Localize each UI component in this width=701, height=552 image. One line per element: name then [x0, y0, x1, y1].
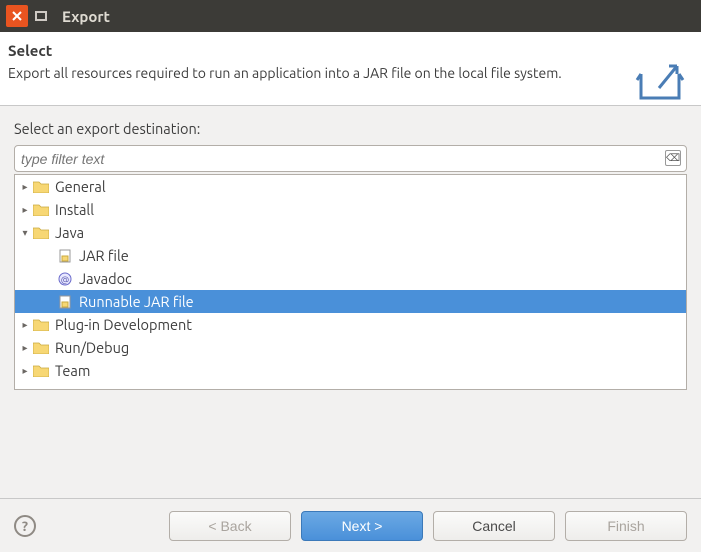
- tree-item[interactable]: ▸JAR file: [15, 244, 686, 267]
- button-bar: ? < Back Next > Cancel Finish: [0, 498, 701, 552]
- tree-item-label: Runnable JAR file: [79, 293, 194, 310]
- tree-folder[interactable]: ▸ Plug-in Development: [15, 313, 686, 336]
- expand-icon[interactable]: ▸: [19, 319, 31, 331]
- back-button[interactable]: < Back: [169, 511, 291, 541]
- banner-title: Select: [8, 42, 687, 59]
- tree-folder[interactable]: ▸ General: [15, 175, 686, 198]
- folder-icon: [33, 341, 49, 355]
- expand-icon[interactable]: ▾: [19, 227, 31, 239]
- expand-icon[interactable]: ▸: [19, 204, 31, 216]
- expand-icon[interactable]: ▸: [19, 365, 31, 377]
- tree-item[interactable]: ▸@Javadoc: [15, 267, 686, 290]
- wizard-banner: Select Export all resources required to …: [0, 32, 701, 106]
- jar-icon: [57, 249, 73, 263]
- close-button[interactable]: [6, 5, 28, 27]
- window-icon: [35, 11, 47, 21]
- filter-wrap: ⌫: [14, 145, 687, 172]
- finish-button[interactable]: Finish: [565, 511, 687, 541]
- tree-item-label: Run/Debug: [55, 339, 129, 356]
- runjar-icon: [57, 295, 73, 309]
- tree-item-label: Java: [55, 224, 84, 241]
- tree-item-label: Javadoc: [79, 270, 132, 287]
- tree-item-label: JAR file: [79, 247, 129, 264]
- tree-item-label: Install: [55, 201, 94, 218]
- help-button[interactable]: ?: [14, 515, 36, 537]
- tree-folder[interactable]: ▸ Install: [15, 198, 686, 221]
- folder-icon: [33, 203, 49, 217]
- tree-item-label: General: [55, 178, 106, 195]
- close-icon: [12, 11, 22, 21]
- folder-icon: [33, 180, 49, 194]
- export-icon: [635, 58, 691, 102]
- filter-input[interactable]: [14, 145, 687, 172]
- tree-folder[interactable]: ▾ Java: [15, 221, 686, 244]
- expand-icon[interactable]: ▸: [19, 342, 31, 354]
- cancel-button[interactable]: Cancel: [433, 511, 555, 541]
- svg-text:@: @: [61, 275, 70, 285]
- tree-item[interactable]: ▸Runnable JAR file: [15, 290, 686, 313]
- tree-folder[interactable]: ▸ Team: [15, 359, 686, 382]
- folder-icon: [33, 226, 49, 240]
- tree-folder[interactable]: ▸ Run/Debug: [15, 336, 686, 359]
- clear-filter-button[interactable]: ⌫: [665, 150, 681, 166]
- banner-description: Export all resources required to run an …: [8, 65, 687, 81]
- tree-item-label: Team: [55, 362, 90, 379]
- maximize-button[interactable]: [30, 5, 52, 27]
- tree-item-label: Plug-in Development: [55, 316, 192, 333]
- javadoc-icon: @: [57, 272, 73, 286]
- destination-tree[interactable]: ▸General▸Install▾Java▸JAR file▸@Javadoc▸…: [14, 174, 687, 390]
- expand-icon[interactable]: ▸: [19, 181, 31, 193]
- next-button[interactable]: Next >: [301, 511, 423, 541]
- content-area: Select an export destination: ⌫ ▸ General…: [0, 106, 701, 390]
- folder-icon: [33, 318, 49, 332]
- window-title: Export: [62, 8, 110, 25]
- destination-label: Select an export destination:: [14, 120, 687, 137]
- folder-icon: [33, 364, 49, 378]
- titlebar: Export: [0, 0, 701, 32]
